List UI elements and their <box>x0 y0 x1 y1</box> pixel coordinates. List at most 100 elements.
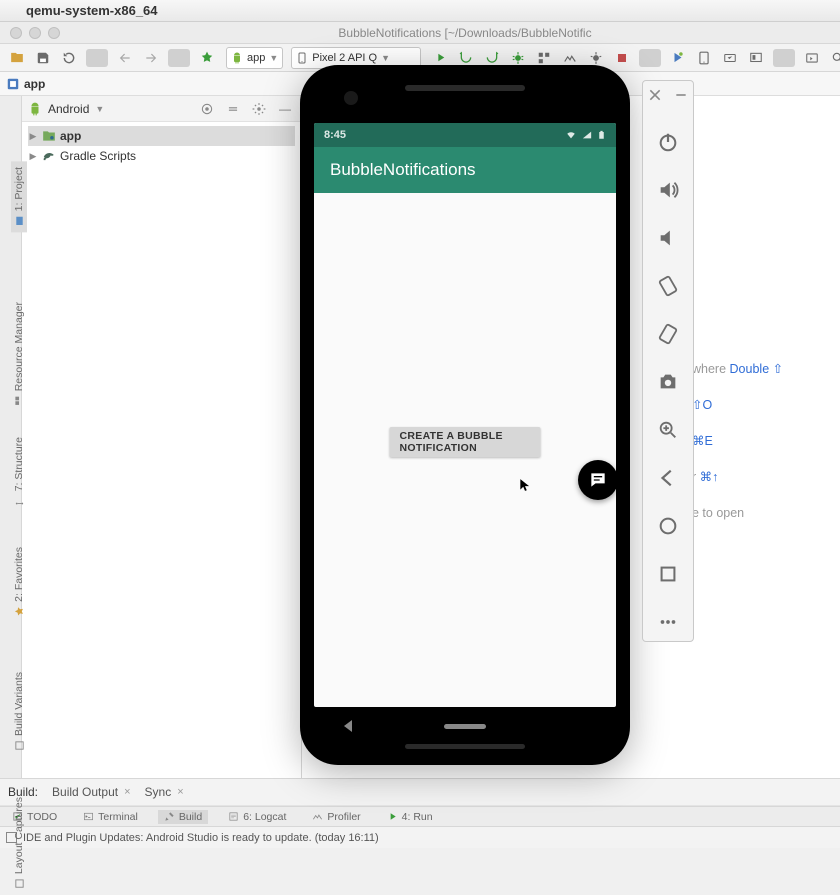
device-label: Pixel 2 API Q <box>312 52 377 64</box>
search-button[interactable] <box>827 47 840 69</box>
tab-build[interactable]: Build <box>158 810 208 824</box>
message-icon <box>588 470 608 490</box>
tab-run[interactable]: 4: Run <box>381 810 439 824</box>
module-folder-icon <box>42 129 56 143</box>
breadcrumb-app[interactable]: app <box>24 77 45 91</box>
tab-sync[interactable]: Sync× <box>145 785 184 799</box>
emu-overview-button[interactable] <box>655 561 681 587</box>
emulator-toolbar <box>642 80 694 642</box>
tab-build-variants[interactable]: Build Variants <box>11 666 27 757</box>
bottom-toolbar: TODO Terminal Build 6: Logcat Profiler 4… <box>0 806 840 826</box>
app-bar: BubbleNotifications <box>314 147 616 193</box>
hint-line: ⌘E <box>692 423 783 459</box>
nav-back-button[interactable] <box>344 720 352 732</box>
app-body[interactable]: CREATE A BUBBLE NOTIFICATION <box>314 193 616 707</box>
wifi-icon <box>565 130 577 140</box>
editor-hints: where Double ⇧ ⇧O ⌘E r ⌘↑ e to open <box>692 351 783 531</box>
expand-icon[interactable]: ▶ <box>28 131 38 142</box>
run-config-label: app <box>247 52 265 64</box>
chevron-down-icon: ▼ <box>269 53 278 63</box>
save-all-button[interactable] <box>32 47 54 69</box>
tree-row-gradle[interactable]: ▶ Gradle Scripts <box>28 146 295 166</box>
avd-manager-button[interactable] <box>693 47 715 69</box>
project-view-label[interactable]: Android <box>48 102 89 116</box>
emu-rotate-left-button[interactable] <box>655 273 681 299</box>
traffic-lights <box>0 27 60 39</box>
settings-button[interactable] <box>249 99 269 119</box>
status-message: IDE and Plugin Updates: Android Studio i… <box>23 832 379 844</box>
emu-close-button[interactable] <box>647 87 663 103</box>
build-panel-header: Build: Build Output× Sync× <box>0 778 840 806</box>
emu-minimize-button[interactable] <box>673 87 689 103</box>
android-navbar <box>314 709 616 743</box>
front-camera <box>344 91 358 105</box>
separator <box>86 49 108 67</box>
android-icon <box>28 102 42 116</box>
run-anything-button[interactable] <box>801 47 823 69</box>
emu-home-button[interactable] <box>655 513 681 539</box>
nav-forward-button[interactable] <box>140 47 162 69</box>
expand-icon[interactable]: ▶ <box>28 151 38 162</box>
hint-line: r ⌘↑ <box>692 459 783 495</box>
chat-bubble[interactable] <box>578 460 616 500</box>
signal-icon <box>581 130 593 140</box>
phone-icon <box>296 52 308 64</box>
nav-back-button[interactable] <box>114 47 136 69</box>
emu-back-button[interactable] <box>655 465 681 491</box>
tab-logcat[interactable]: 6: Logcat <box>222 810 292 824</box>
separator <box>773 49 795 67</box>
project-header: Android ▼ — <box>22 96 301 122</box>
open-file-button[interactable] <box>6 47 28 69</box>
nav-home-pill[interactable] <box>444 724 486 729</box>
tab-resource-manager[interactable]: Resource Manager <box>11 296 27 412</box>
tab-terminal[interactable]: Terminal <box>77 810 144 824</box>
emu-volume-down-button[interactable] <box>655 225 681 251</box>
minimize-window-button[interactable] <box>29 27 41 39</box>
separator <box>639 49 661 67</box>
window-title: BubbleNotifications [~/Downloads/BubbleN… <box>100 26 840 40</box>
chevron-down-icon: ▼ <box>381 53 390 63</box>
window-titlebar: BubbleNotifications [~/Downloads/BubbleN… <box>0 22 840 44</box>
hint-line: e to open <box>692 495 783 531</box>
status-time: 8:45 <box>324 129 346 141</box>
emu-zoom-button[interactable] <box>655 417 681 443</box>
hint-line: where Double ⇧ <box>692 351 783 387</box>
project-tree[interactable]: ▶ app ▶ Gradle Scripts <box>22 122 301 170</box>
speaker-grille <box>405 85 525 91</box>
hide-button[interactable]: — <box>275 99 295 119</box>
close-window-button[interactable] <box>10 27 22 39</box>
left-gutter: 1: Project Resource Manager 7: Structure… <box>0 96 22 778</box>
emu-power-button[interactable] <box>655 129 681 155</box>
select-opened-file-button[interactable] <box>197 99 217 119</box>
tab-project[interactable]: 1: Project <box>11 161 27 232</box>
sync-gradle-button[interactable] <box>667 47 689 69</box>
status-bar: IDE and Plugin Updates: Android Studio i… <box>0 826 840 848</box>
tab-build-output[interactable]: Build Output× <box>52 785 130 799</box>
make-button[interactable] <box>196 47 218 69</box>
module-icon <box>6 77 20 91</box>
tab-profiler[interactable]: Profiler <box>306 810 366 824</box>
close-icon[interactable]: × <box>124 786 130 798</box>
mac-app-title: qemu-system-x86_64 <box>26 3 158 18</box>
emu-rotate-right-button[interactable] <box>655 321 681 347</box>
gradle-icon <box>42 149 56 163</box>
refresh-button[interactable] <box>58 47 80 69</box>
tab-structure[interactable]: 7: Structure <box>11 431 27 512</box>
close-icon[interactable]: × <box>177 786 183 798</box>
sdk-manager-button[interactable] <box>719 47 741 69</box>
tree-row-app[interactable]: ▶ app <box>28 126 295 146</box>
collapse-all-button[interactable] <box>223 99 243 119</box>
run-config-dropdown[interactable]: app ▼ <box>226 47 283 69</box>
battery-icon <box>597 129 606 141</box>
phone-screen[interactable]: 8:45 BubbleNotifications CREATE A BUBBLE… <box>314 123 616 707</box>
tab-layout-captures[interactable]: Layout Captures <box>11 791 27 895</box>
tab-favorites[interactable]: 2: Favorites <box>11 541 27 623</box>
emulator-window[interactable]: 8:45 BubbleNotifications CREATE A BUBBLE… <box>300 65 630 765</box>
resource-manager-button[interactable] <box>745 47 767 69</box>
emu-volume-up-button[interactable] <box>655 177 681 203</box>
zoom-window-button[interactable] <box>48 27 60 39</box>
emu-screenshot-button[interactable] <box>655 369 681 395</box>
emu-more-button[interactable] <box>655 609 681 635</box>
project-toolwindow: Android ▼ — ▶ app ▶ Gradle Scripts <box>22 96 302 778</box>
create-bubble-button[interactable]: CREATE A BUBBLE NOTIFICATION <box>390 427 541 457</box>
